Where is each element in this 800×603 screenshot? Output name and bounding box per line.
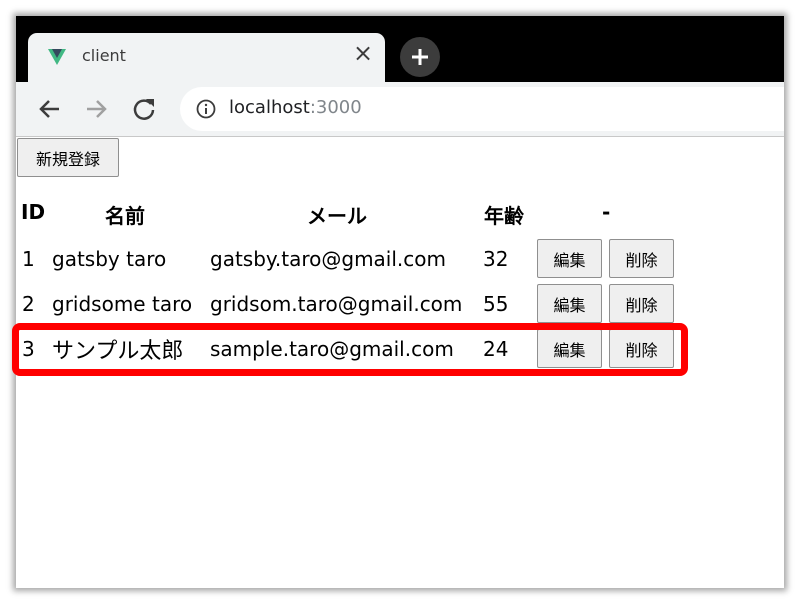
row1-edit-button[interactable]: 編集	[537, 239, 602, 278]
tab-title: client	[82, 46, 126, 65]
row2-id: 2	[22, 292, 35, 316]
header-mail: メール	[307, 204, 367, 228]
row1-name: gatsby taro	[52, 247, 167, 271]
row1-delete-button[interactable]: 削除	[609, 239, 674, 278]
close-icon[interactable]: ×	[352, 41, 374, 65]
browser-toolbar: localhost:3000	[16, 82, 784, 137]
url-port: :3000	[309, 97, 362, 118]
header-id: ID	[21, 200, 46, 224]
row2-name: gridsome taro	[52, 292, 193, 316]
plus-icon	[412, 49, 428, 65]
header-action: -	[602, 200, 611, 224]
info-icon[interactable]	[196, 99, 216, 119]
page-content: 新規登録 ID 名前 メール 年齢 - 1 gatsby taro gatsby…	[12, 137, 784, 588]
address-bar[interactable]: localhost:3000	[180, 87, 784, 131]
header-name: 名前	[105, 204, 145, 228]
url-text: localhost:3000	[229, 97, 362, 118]
new-tab-button[interactable]	[400, 37, 440, 77]
row2-mail: gridsom.taro@gmail.com	[210, 292, 463, 316]
new-register-button[interactable]: 新規登録	[17, 138, 119, 177]
row2-age: 55	[483, 292, 509, 316]
url-host: localhost	[229, 97, 310, 118]
tab-client[interactable]: client ×	[28, 33, 385, 82]
header-age: 年齢	[484, 204, 524, 228]
browser-window: client × localhost:3000 新規登録 ID 名前 メール 年…	[12, 16, 784, 588]
row1-id: 1	[22, 247, 35, 271]
forward-arrow-icon[interactable]	[82, 95, 110, 123]
row1-age: 32	[483, 247, 509, 271]
tab-strip: client ×	[16, 16, 784, 82]
reload-icon[interactable]	[130, 95, 158, 123]
back-arrow-icon[interactable]	[36, 95, 64, 123]
row2-edit-button[interactable]: 編集	[537, 284, 602, 323]
vue-logo-icon	[48, 49, 66, 65]
highlight-box	[12, 323, 688, 376]
row1-mail: gatsby.taro@gmail.com	[210, 247, 446, 271]
row2-delete-button[interactable]: 削除	[609, 284, 674, 323]
